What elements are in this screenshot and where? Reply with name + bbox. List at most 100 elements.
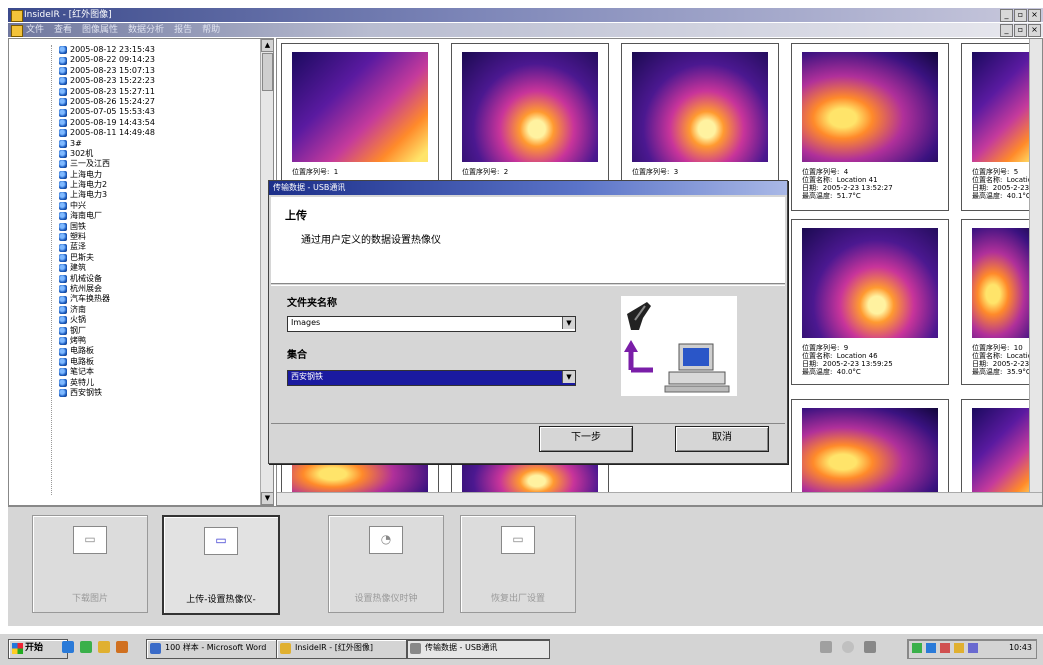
tree-item-label: 三一及江西 bbox=[70, 159, 110, 169]
chevron-down-icon[interactable]: ▼ bbox=[562, 371, 575, 383]
tree-item[interactable]: 2005-08-12 23:15:43 bbox=[59, 45, 257, 55]
tree-item[interactable]: 济南 bbox=[59, 305, 257, 315]
tree-item[interactable]: 电路板 bbox=[59, 346, 257, 356]
upload-setup-camera-button[interactable]: ▭ 上传-设置热像仪- bbox=[162, 515, 280, 615]
usb-icon[interactable] bbox=[954, 643, 964, 653]
menu-report[interactable]: 报告 bbox=[174, 23, 192, 37]
tree-item[interactable]: 杭州展会 bbox=[59, 284, 257, 294]
folder-icon[interactable] bbox=[98, 641, 110, 653]
start-button[interactable]: 开始 bbox=[8, 639, 68, 659]
messenger-icon[interactable] bbox=[968, 643, 978, 653]
tree-item[interactable]: 蓝泽 bbox=[59, 242, 257, 252]
minimize-button[interactable]: _ bbox=[1000, 9, 1013, 22]
tree-item[interactable]: 上海电力 bbox=[59, 170, 257, 180]
tree-item[interactable]: 2005-08-26 15:24:27 bbox=[59, 97, 257, 107]
tree-item[interactable]: 巴斯夫 bbox=[59, 253, 257, 263]
tree-item-label: 2005-08-23 15:27:11 bbox=[70, 86, 155, 96]
set-camera-clock-button[interactable]: ◔ 设置热像仪时钟 bbox=[328, 515, 444, 613]
download-images-label: 下载图片 bbox=[71, 594, 108, 604]
tree-item[interactable]: 海南电厂 bbox=[59, 211, 257, 221]
tree-item-label: 2005-08-12 23:15:43 bbox=[70, 45, 155, 54]
menu-view[interactable]: 查看 bbox=[54, 23, 72, 37]
tree-item-label: 塑料 bbox=[70, 232, 86, 242]
tree-item[interactable]: 上海电力2 bbox=[59, 180, 257, 190]
tree-item[interactable]: 建筑 bbox=[59, 263, 257, 273]
tree-item[interactable]: 英特儿 bbox=[59, 378, 257, 388]
keyboard-icon[interactable] bbox=[820, 641, 832, 653]
folder-name-select[interactable]: Images ▼ bbox=[287, 316, 576, 332]
thumbnail-card[interactable] bbox=[791, 399, 949, 501]
volume-icon[interactable] bbox=[926, 643, 936, 653]
tree-item-label: 2005-07-05 15:53:43 bbox=[70, 107, 155, 117]
tree-item[interactable]: 机械设备 bbox=[59, 274, 257, 284]
tree-item[interactable]: 302机 bbox=[59, 149, 257, 159]
tree-item[interactable]: 电路板 bbox=[59, 357, 257, 367]
set-select[interactable]: 西安钢铁 ▼ bbox=[287, 370, 576, 386]
folder-icon bbox=[59, 181, 67, 190]
tree-item[interactable]: 2005-08-23 15:22:23 bbox=[59, 76, 257, 86]
outlook-icon[interactable] bbox=[80, 641, 92, 653]
menu-help[interactable]: 帮助 bbox=[202, 23, 220, 37]
cancel-button[interactable]: 取消 bbox=[675, 426, 769, 452]
insideir-icon bbox=[280, 643, 291, 654]
next-button[interactable]: 下一步 bbox=[539, 426, 633, 452]
tree-item[interactable]: 塑料 bbox=[59, 232, 257, 242]
network-icon[interactable] bbox=[912, 643, 922, 653]
restore-factory-button[interactable]: ▭ 恢复出厂设置 bbox=[460, 515, 576, 613]
desktop-icon[interactable] bbox=[116, 641, 128, 653]
tree-item[interactable]: 中兴 bbox=[59, 201, 257, 211]
menu-image-properties[interactable]: 图像属性 bbox=[82, 23, 118, 37]
tree-item[interactable]: 西安钢铁 bbox=[59, 388, 257, 398]
task-word[interactable]: 100 样本 - Microsoft Word bbox=[146, 639, 290, 659]
task-usb-transfer[interactable]: 传输数据 - USB通讯 bbox=[406, 639, 550, 659]
tree-item[interactable]: 3# bbox=[59, 139, 257, 149]
gallery-horizontal-scrollbar[interactable] bbox=[277, 492, 1042, 505]
folder-icon bbox=[59, 243, 67, 252]
tree-item[interactable]: 烤鸭 bbox=[59, 336, 257, 346]
thumbnail-card[interactable]: 位置序列号: 4 位置名称: Location 41 日期: 2005-2-23… bbox=[791, 43, 949, 211]
thumbnail-card[interactable]: 位置序列号: 9 位置名称: Location 46 日期: 2005-2-23… bbox=[791, 219, 949, 385]
gallery-vertical-scrollbar[interactable] bbox=[1029, 39, 1042, 493]
tree-item[interactable]: 汽车换热器 bbox=[59, 294, 257, 304]
menu-data-analysis[interactable]: 数据分析 bbox=[128, 23, 164, 37]
task-insideir[interactable]: InsideIR - [红外图像] bbox=[276, 639, 420, 659]
dialog-description: 通过用户定义的数据设置热像仪 bbox=[301, 235, 441, 246]
help-icon[interactable] bbox=[842, 641, 854, 653]
tree-item-label: 2005-08-26 15:24:27 bbox=[70, 96, 155, 106]
tree-item-label: 杭州展会 bbox=[70, 283, 102, 293]
menu-file[interactable]: 文件 bbox=[26, 23, 44, 37]
tree-item[interactable]: 火锅 bbox=[59, 315, 257, 325]
scroll-thumb[interactable] bbox=[262, 53, 273, 91]
tree-item[interactable]: 三一及江西 bbox=[59, 159, 257, 169]
antivirus-icon[interactable] bbox=[940, 643, 950, 653]
tree-item-label: 3# bbox=[70, 138, 82, 148]
scroll-up-icon[interactable]: ▲ bbox=[261, 39, 273, 52]
thermal-image bbox=[632, 52, 768, 162]
download-images-button[interactable]: ▭ 下载图片 bbox=[32, 515, 148, 613]
maximize-button[interactable]: ▫ bbox=[1014, 9, 1027, 22]
tree-item[interactable]: 国铁 bbox=[59, 222, 257, 232]
doc-restore-button[interactable]: ▫ bbox=[1014, 24, 1027, 37]
download-icon: ▭ bbox=[73, 526, 107, 554]
folder-icon bbox=[59, 264, 67, 273]
chevron-down-icon[interactable]: ▼ bbox=[562, 317, 575, 329]
tree-item[interactable]: 2005-08-11 14:49:48 bbox=[59, 128, 257, 138]
folder-icon bbox=[59, 56, 67, 65]
clock: 10:43 bbox=[1008, 643, 1032, 652]
pen-icon[interactable] bbox=[864, 641, 876, 653]
tree-item[interactable]: 2005-07-05 15:53:43 bbox=[59, 107, 257, 117]
tree-item[interactable]: 2005-08-23 15:07:13 bbox=[59, 66, 257, 76]
tree-item[interactable]: 上海电力3 bbox=[59, 190, 257, 200]
doc-minimize-button[interactable]: _ bbox=[1000, 24, 1013, 37]
tree-item[interactable]: 钢厂 bbox=[59, 326, 257, 336]
doc-close-button[interactable]: × bbox=[1028, 24, 1041, 37]
tree-item[interactable]: 笔记本 bbox=[59, 367, 257, 377]
close-button[interactable]: × bbox=[1028, 9, 1041, 22]
ie-icon[interactable] bbox=[62, 641, 74, 653]
tree-item[interactable]: 2005-08-23 15:27:11 bbox=[59, 87, 257, 97]
scroll-down-icon[interactable]: ▼ bbox=[261, 492, 273, 505]
tree-item[interactable]: 2005-08-19 14:43:54 bbox=[59, 118, 257, 128]
document-icon[interactable] bbox=[11, 25, 23, 37]
folder-icon bbox=[59, 139, 67, 148]
tree-item[interactable]: 2005-08-22 09:14:23 bbox=[59, 55, 257, 65]
